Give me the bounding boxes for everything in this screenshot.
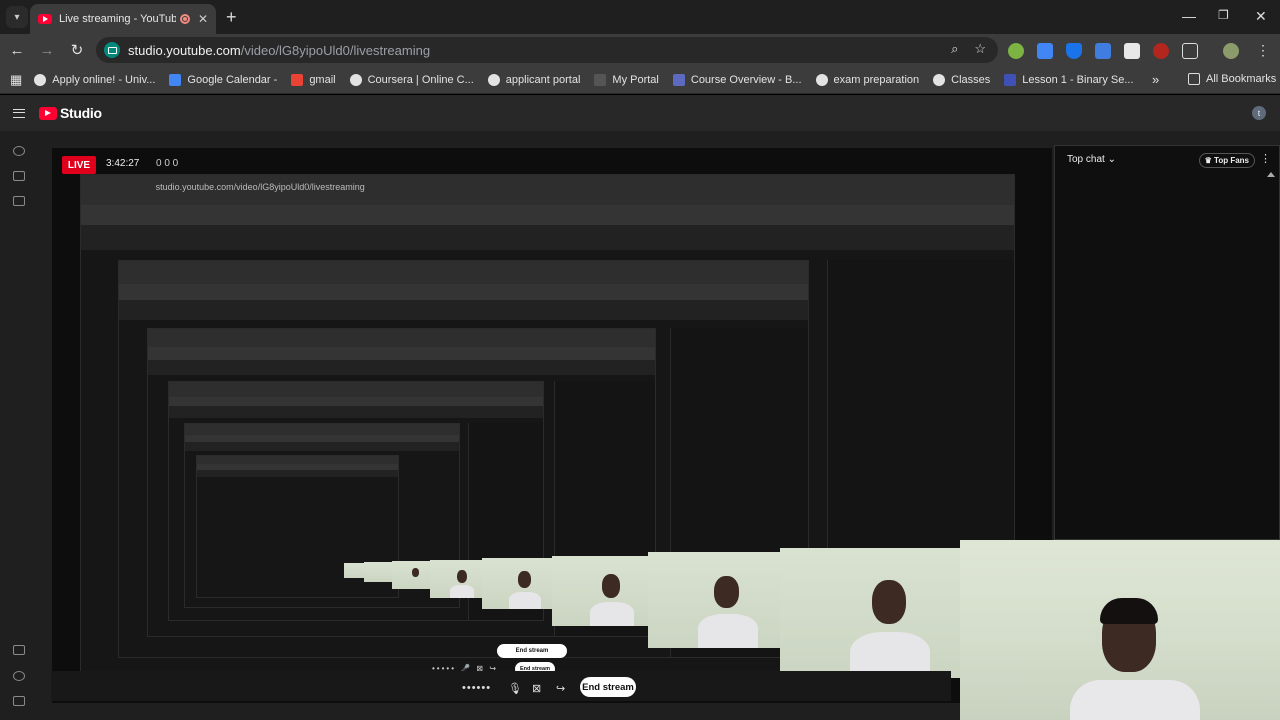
stream-preview[interactable]: LIVE 3:42:27 0 0 0 studio.youtube.com/vi… (52, 148, 1052, 703)
site-info-icon[interactable] (104, 42, 120, 58)
new-tab-icon[interactable]: + (226, 7, 237, 28)
apps-grid-icon[interactable]: ▦ (10, 72, 22, 88)
scroll-up-icon[interactable] (1267, 172, 1275, 177)
manage-icon[interactable] (13, 196, 25, 206)
youtube-favicon-icon (38, 14, 52, 24)
bookmark-item[interactable]: Google Calendar - (169, 73, 277, 86)
url-path: /video/lG8yipoUld0/livestreaming (240, 42, 431, 58)
live-stats: 0 0 0 (156, 158, 179, 169)
extension-translate-icon[interactable] (1095, 42, 1111, 59)
open-external-icon[interactable] (13, 645, 25, 655)
calendar-icon (169, 73, 182, 86)
feedback-icon[interactable] (13, 696, 25, 706)
browser-toolbar: ← → ↻ studio.youtube.com/video/lG8yipoUl… (0, 34, 1280, 66)
webcam-thumbnail (392, 561, 430, 589)
address-bar[interactable]: studio.youtube.com/video/lG8yipoUld0/liv… (96, 37, 998, 63)
forward-icon[interactable]: → (32, 42, 62, 59)
close-window-icon[interactable]: ✕ (1255, 8, 1267, 25)
restore-icon[interactable]: ❐ (1218, 8, 1229, 22)
nested-url: studio.youtube.com/video/lG8yipoUld0/liv… (155, 182, 365, 193)
extension-blue-icon[interactable] (1037, 42, 1053, 59)
trophy-icon: ♛ (1204, 156, 1212, 165)
camera-toggle-icon[interactable]: ⊠ (532, 682, 541, 695)
chevron-down-icon: ⌄ (1107, 154, 1116, 165)
stream-control-bar (51, 671, 951, 701)
puzzle-icon[interactable] (1182, 42, 1198, 59)
bookmark-item[interactable]: My Portal (594, 73, 659, 86)
settings-gear-icon[interactable] (13, 671, 25, 681)
live-elapsed-time: 3:42:27 (106, 158, 140, 169)
extension-green-icon[interactable] (1008, 42, 1024, 59)
lesson-icon (1004, 73, 1017, 86)
bookmark-item[interactable]: Lesson 1 - Binary Se... (1004, 73, 1134, 86)
webcam-thumbnail (364, 562, 392, 582)
account-avatar[interactable]: t (1252, 106, 1266, 120)
shield-icon[interactable] (1066, 42, 1082, 59)
more-bookmarks-icon[interactable]: » (1152, 72, 1159, 87)
bookmark-item[interactable]: Coursera | Online C... (349, 73, 474, 86)
extension-white-icon[interactable] (1124, 42, 1140, 59)
tab-search-icon[interactable]: ▾ (6, 6, 28, 28)
left-rail (0, 131, 38, 720)
hamburger-menu-icon[interactable] (13, 108, 25, 118)
studio-logo[interactable]: Studio (39, 105, 102, 121)
person-image (1070, 598, 1200, 720)
recording-icon (179, 14, 190, 24)
webcam-overlay (960, 540, 1280, 720)
back-icon[interactable]: ← (2, 42, 32, 59)
live-badge: LIVE (62, 156, 96, 174)
globe-icon (349, 73, 362, 86)
bookmark-item[interactable]: Apply online! - Univ... (34, 73, 155, 86)
top-fans-button[interactable]: ♛ Top Fans (1198, 153, 1255, 168)
chat-menu-icon[interactable]: ⋮ (1260, 152, 1271, 165)
bookmark-item[interactable]: applicant portal (487, 73, 580, 86)
share-icon[interactable]: ↪ (556, 682, 565, 695)
globe-icon (487, 73, 500, 86)
nested-end-stream-button: End stream (497, 644, 567, 658)
tab-strip: ▾ Live streaming - YouTube St ✕ + — ❐ ✕ (0, 0, 1280, 34)
zoom-icon[interactable]: ⌕ (951, 41, 958, 57)
all-bookmarks-button[interactable]: All Bookmarks (1188, 73, 1276, 85)
folder-icon (1188, 73, 1200, 85)
top-chat-dropdown[interactable]: Top chat ⌄ (1067, 154, 1116, 165)
globe-icon (815, 73, 828, 86)
bookmark-item[interactable]: Classes (933, 73, 990, 86)
chat-panel: Top chat ⌄ ♛ Top Fans ⋮ (1054, 145, 1280, 540)
webcam-thumbnail (482, 558, 552, 609)
bookmark-item[interactable]: Course Overview - B... (672, 73, 802, 86)
menu-kebab-icon[interactable]: ⋮ (1256, 42, 1270, 59)
profile-avatar-icon[interactable] (1223, 42, 1239, 59)
gmail-icon (291, 73, 304, 86)
bookmark-item[interactable]: gmail (291, 73, 336, 86)
bookmark-item[interactable]: exam preparation (815, 73, 919, 86)
tab-title: Live streaming - YouTube St (59, 13, 176, 25)
youtube-logo-icon (39, 106, 57, 120)
webcam-thumbnail (780, 548, 962, 678)
reload-icon[interactable]: ↻ (62, 41, 92, 59)
course-icon (672, 73, 685, 86)
webcam-thumbnail (344, 563, 364, 578)
bookmarks-bar: ▦ Apply online! - Univ... Google Calenda… (0, 66, 1280, 94)
audio-level-icon: •••••• (462, 682, 492, 694)
webcam-thumbnail (430, 560, 482, 598)
bookmark-star-icon[interactable]: ☆ (974, 41, 986, 57)
webcam-thumbnail (648, 552, 780, 648)
close-tab-icon[interactable]: ✕ (198, 12, 208, 26)
end-stream-button[interactable]: End stream (580, 677, 636, 697)
minimize-icon[interactable]: — (1182, 8, 1196, 24)
portal-icon (594, 73, 607, 86)
microphone-icon[interactable]: 🎙 (508, 682, 522, 695)
extension-red-icon[interactable] (1153, 42, 1169, 59)
webcam-thumbnail (552, 556, 648, 626)
url-host: studio.youtube.com (128, 42, 241, 58)
stream-icon[interactable] (13, 146, 25, 156)
tab-live-streaming[interactable]: Live streaming - YouTube St ✕ (30, 4, 216, 34)
globe-icon (933, 73, 946, 86)
camera-icon[interactable] (13, 171, 25, 181)
globe-icon (34, 73, 47, 86)
studio-header: Studio t (0, 95, 1280, 131)
